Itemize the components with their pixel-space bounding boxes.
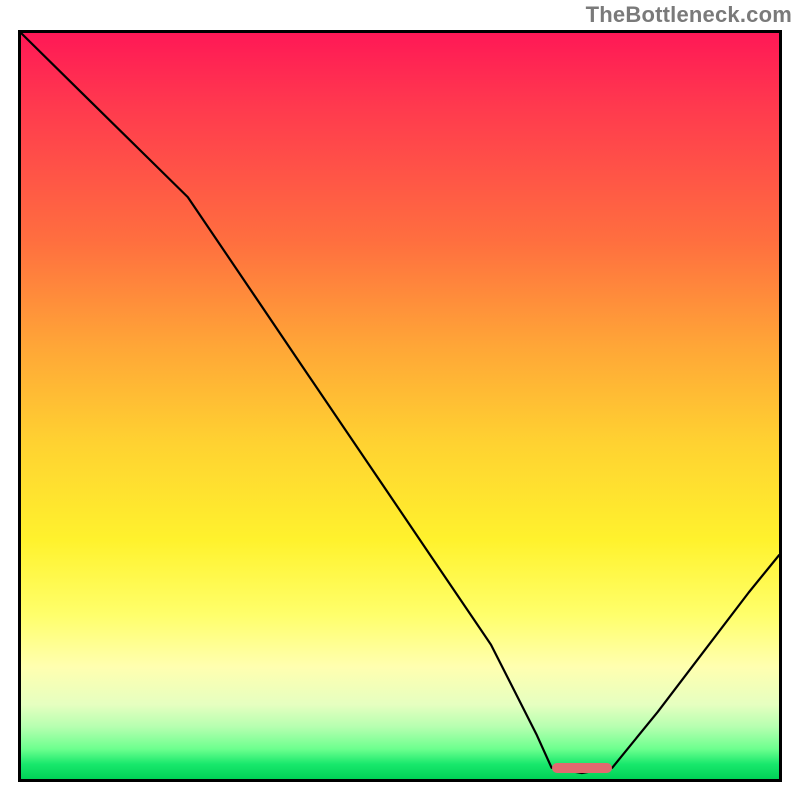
bottleneck-curve [21,33,779,773]
chart-frame [18,30,782,782]
chart-line-layer [21,33,779,779]
optimum-marker [552,763,613,773]
watermark-text: TheBottleneck.com [586,2,792,28]
